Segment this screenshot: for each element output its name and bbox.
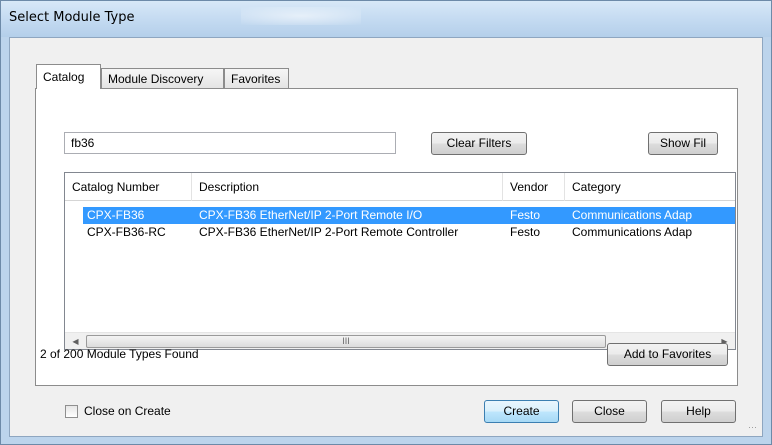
create-button[interactable]: Create	[484, 400, 559, 423]
close-label: Close	[594, 404, 625, 418]
title-bar-gloss	[241, 7, 361, 25]
tab-catalog[interactable]: Catalog	[36, 64, 101, 89]
add-to-favorites-button[interactable]: Add to Favorites	[607, 343, 728, 366]
tab-favorites[interactable]: Favorites	[224, 68, 289, 88]
show-filters-button[interactable]: Show Fil	[648, 132, 718, 155]
create-label: Create	[503, 404, 540, 418]
cell-vendor: Festo	[506, 207, 568, 224]
dialog-client-area: Catalog Module Discovery Favorites Clear…	[9, 37, 763, 437]
select-module-type-dialog: Select Module Type Catalog Module Discov…	[0, 0, 772, 445]
cell-vendor: Festo	[510, 225, 541, 239]
table-row[interactable]: CPX-FB36 CPX-FB36 EtherNet/IP 2-Port Rem…	[65, 207, 735, 224]
close-on-create-label[interactable]: Close on Create	[84, 404, 171, 418]
modules-found-status: 2 of 200 Module Types Found	[40, 347, 199, 361]
clear-filters-button[interactable]: Clear Filters	[431, 132, 527, 155]
resize-grip-icon[interactable]: ⋯	[748, 422, 760, 434]
help-label: Help	[686, 404, 711, 418]
clear-filters-label: Clear Filters	[446, 136, 512, 150]
table-header: Catalog Number Description Vendor Catego…	[65, 173, 735, 201]
show-filters-label: Show Fil	[659, 136, 706, 150]
table-row[interactable]: CPX-FB36-RC CPX-FB36 EtherNet/IP 2-Port …	[65, 224, 735, 241]
column-header-category[interactable]: Category	[565, 173, 735, 201]
close-on-create-checkbox[interactable]	[65, 405, 78, 418]
add-to-favorites-label: Add to Favorites	[623, 347, 712, 361]
column-header-vendor[interactable]: Vendor	[503, 173, 565, 201]
cell-catalog-number: CPX-FB36-RC	[87, 225, 166, 239]
tab-catalog-label: Catalog	[43, 70, 85, 84]
search-input[interactable]	[64, 132, 396, 154]
tab-module-discovery-label: Module Discovery	[108, 72, 204, 86]
help-button[interactable]: Help	[661, 400, 736, 423]
cell-description: CPX-FB36 EtherNet/IP 2-Port Remote Contr…	[199, 225, 459, 239]
window-title: Select Module Type	[9, 10, 135, 25]
column-header-catalog-number[interactable]: Catalog Number	[65, 173, 192, 201]
cell-catalog-number: CPX-FB36	[83, 207, 195, 224]
title-bar[interactable]: Select Module Type	[1, 1, 771, 37]
tab-module-discovery[interactable]: Module Discovery	[101, 68, 224, 88]
catalog-tab-panel: Clear Filters Show Fil Catalog Number De…	[35, 88, 738, 386]
cell-category: Communications Adap	[568, 207, 735, 224]
cell-description: CPX-FB36 EtherNet/IP 2-Port Remote I/O	[195, 207, 506, 224]
module-table: Catalog Number Description Vendor Catego…	[64, 172, 736, 350]
column-header-description[interactable]: Description	[192, 173, 503, 201]
scrollbar-grip: III	[342, 336, 350, 346]
tab-favorites-label: Favorites	[231, 72, 281, 86]
close-button[interactable]: Close	[572, 400, 647, 423]
cell-category: Communications Adap	[572, 225, 693, 239]
